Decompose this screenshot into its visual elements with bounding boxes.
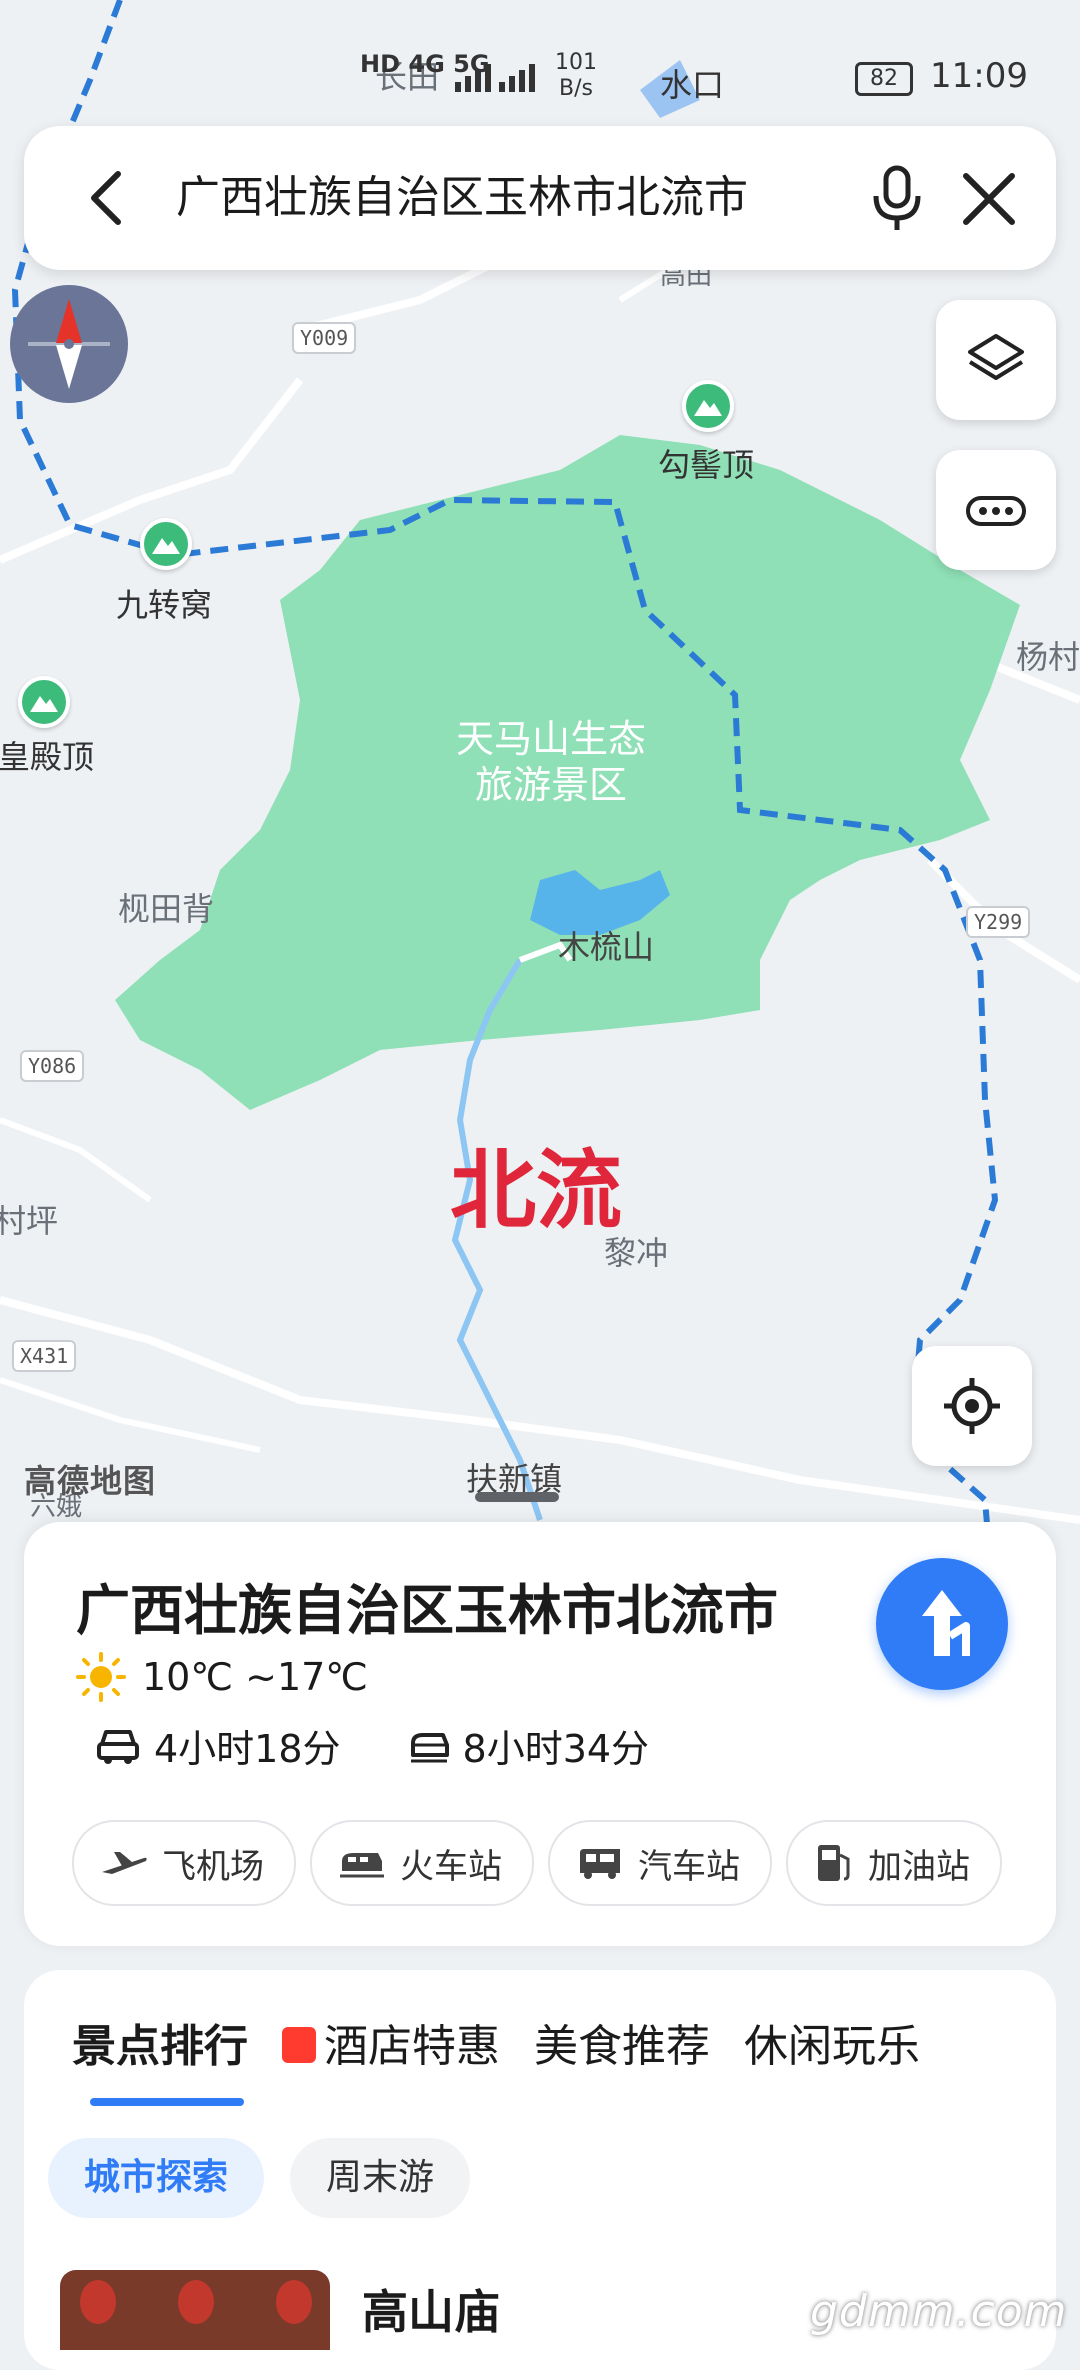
- place-title: 广西壮族自治区玉林市北流市: [76, 1579, 778, 1642]
- train-icon: [340, 1853, 384, 1878]
- tab-attractions[interactable]: 景点排行: [72, 2010, 248, 2074]
- train-icon: [410, 1732, 449, 1762]
- tab-food[interactable]: 美食推荐: [534, 2010, 710, 2074]
- status-bar: HD 4G 5G 101 B/s 82 11:09: [0, 0, 1080, 110]
- locate-button[interactable]: [912, 1346, 1032, 1466]
- weather-row: 10℃ ~17℃: [76, 1652, 368, 1702]
- plane-icon: [102, 1852, 147, 1874]
- bus-icon: [580, 1849, 620, 1879]
- mountain-poi-icon[interactable]: [682, 380, 734, 432]
- tab-hotels[interactable]: 酒店特惠: [282, 2010, 500, 2074]
- chip-airport[interactable]: 飞机场: [72, 1820, 296, 1906]
- locate-icon: [944, 1378, 1000, 1434]
- nearby-chips: 飞机场 火车站 汽车站 加油站: [72, 1820, 1002, 1906]
- mountain-poi-icon[interactable]: [18, 676, 70, 728]
- map-provider-logo: 高德地图: [24, 1462, 157, 1500]
- chip-bus-station[interactable]: 汽车站: [548, 1820, 772, 1906]
- map-label-huangdian[interactable]: 皇殿顶: [0, 732, 94, 778]
- road-badge-y299: Y299: [966, 906, 1031, 938]
- map-label-lichong: 黎冲: [604, 1234, 669, 1272]
- signal-icon: [455, 64, 535, 92]
- tab-leisure[interactable]: 休闲玩乐: [744, 2010, 920, 2074]
- more-button[interactable]: [936, 450, 1056, 570]
- fuel-pump-icon: [818, 1845, 850, 1881]
- map-label-jiuzhuan[interactable]: 九转窝: [116, 580, 212, 626]
- route-button[interactable]: [876, 1558, 1008, 1690]
- compass-icon: [28, 299, 110, 389]
- city-label[interactable]: 北流: [450, 1120, 622, 1245]
- battery-icon: 82: [855, 62, 913, 96]
- back-arrow-icon[interactable]: [80, 168, 140, 228]
- temperature-range: 10℃ ~17℃: [142, 1655, 368, 1699]
- watermark-text: gdmm.com: [810, 2286, 1068, 2337]
- search-input[interactable]: 广西壮族自治区玉林市北流市: [176, 168, 856, 228]
- route-arrow-icon: [922, 1590, 970, 1656]
- filter-weekend-trip[interactable]: 周末游: [290, 2138, 471, 2218]
- chip-gas-station[interactable]: 加油站: [786, 1820, 1002, 1906]
- sun-icon: [76, 1652, 126, 1702]
- more-dots-icon: [966, 496, 1026, 526]
- mountain-poi-icon[interactable]: [140, 518, 192, 570]
- sheet-drag-handle[interactable]: [475, 1492, 559, 1502]
- map-label-cunping: 村坪: [0, 1202, 59, 1240]
- close-icon[interactable]: [954, 164, 1024, 234]
- drive-time: 4小时18分: [154, 1727, 341, 1771]
- search-bar[interactable]: 广西壮族自治区玉林市北流市: [24, 126, 1056, 270]
- map-label-jiutianbei: 枧田背: [118, 890, 215, 928]
- road-badge-y009: Y009: [292, 322, 357, 354]
- map-label-yangcun: 杨村: [1016, 638, 1080, 676]
- attraction-title[interactable]: 高山庙: [362, 2276, 500, 2342]
- chip-train-station[interactable]: 火车站: [310, 1820, 534, 1906]
- travel-times-row: 4小时18分 8小时34分: [96, 1718, 649, 1773]
- active-tab-indicator: [90, 2098, 244, 2106]
- train-time: 8小时34分: [462, 1727, 650, 1771]
- network-speed: 101 B/s: [555, 50, 597, 101]
- road-badge-y086: Y086: [20, 1050, 85, 1082]
- map-label-gouji[interactable]: 勾髻顶: [658, 440, 754, 486]
- attraction-thumbnail[interactable]: [60, 2270, 330, 2350]
- road-badge-x431: X431: [12, 1340, 77, 1372]
- place-info-card[interactable]: 广西壮族自治区玉林市北流市 10℃ ~17℃ 4小时18分 8小时34分 飞机场…: [24, 1522, 1056, 1946]
- layers-icon: [968, 334, 1024, 380]
- scenic-area-label[interactable]: 天马山生态 旅游景区: [456, 716, 646, 808]
- filter-city-explore[interactable]: 城市探索: [48, 2138, 265, 2218]
- microphone-icon[interactable]: [864, 164, 930, 234]
- discovery-filters: 城市探索 周末游: [48, 2138, 471, 2218]
- map-label-mushu: 木梳山: [558, 928, 655, 966]
- hotel-promo-icon: [282, 2027, 316, 2063]
- discovery-tabs: 景点排行 酒店特惠 美食推荐 休闲玩乐: [72, 2010, 920, 2074]
- clock: 11:09: [930, 56, 1028, 96]
- compass-button[interactable]: [10, 285, 128, 403]
- car-icon: [97, 1729, 139, 1764]
- layers-button[interactable]: [936, 300, 1056, 420]
